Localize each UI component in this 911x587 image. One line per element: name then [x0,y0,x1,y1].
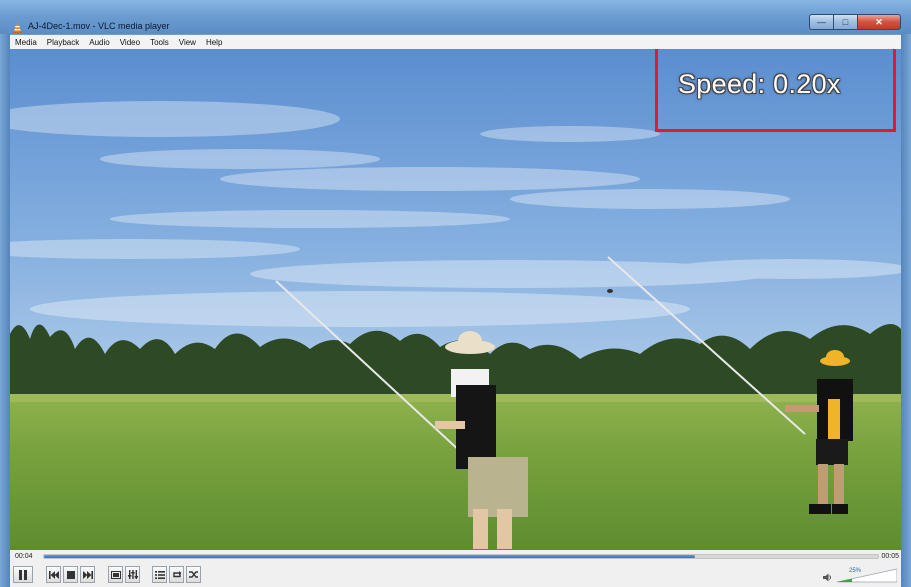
stop-button[interactable] [63,566,78,583]
speed-indicator: Speed: 0.20x [678,69,841,99]
next-button[interactable] [80,566,95,583]
minimize-button[interactable]: — [809,14,833,30]
minimize-icon: — [817,17,826,27]
volume-label: 25% [849,568,862,574]
shuffle-button[interactable] [186,566,201,583]
speaker-icon[interactable] [823,573,832,582]
maximize-button[interactable]: □ [833,14,857,30]
playback-controls: 00:04 00:05 25% [10,550,901,587]
video-area[interactable]: Speed: 0.20x [10,49,901,550]
previous-button[interactable] [46,566,61,583]
pause-button[interactable] [13,566,33,583]
playlist-icon [154,570,165,579]
window-frame-right [901,34,911,587]
next-icon [82,570,93,579]
equalizer-icon [127,570,138,579]
seek-progress [44,555,695,558]
total-time: 00:05 [881,553,899,560]
shuffle-icon [188,571,198,578]
extended-settings-button[interactable] [125,566,140,583]
vlc-window: AJ-4Dec-1.mov - VLC media player — □ ✕ M… [0,0,911,587]
menu-tools[interactable]: Tools [145,38,174,47]
window-controls: — □ ✕ [809,14,901,30]
maximize-icon: □ [842,17,849,27]
playlist-button[interactable] [152,566,167,583]
window-frame-left [0,34,10,587]
pause-icon [19,569,27,580]
menu-media[interactable]: Media [10,38,42,47]
menu-video[interactable]: Video [115,38,145,47]
window-title: AJ-4Dec-1.mov - VLC media player [28,21,170,31]
vlc-cone-icon [13,22,22,33]
title-bar[interactable]: AJ-4Dec-1.mov - VLC media player — □ ✕ [0,0,911,34]
menu-help[interactable]: Help [201,38,227,47]
elapsed-time: 00:04 [15,553,33,560]
close-button[interactable]: ✕ [857,14,901,30]
menu-playback[interactable]: Playback [42,38,84,47]
volume-slider[interactable] [837,567,897,583]
loop-icon [172,571,181,578]
seek-bar[interactable] [43,554,879,559]
menu-audio[interactable]: Audio [84,38,114,47]
fullscreen-icon [110,570,121,579]
fullscreen-button[interactable] [108,566,123,583]
previous-icon [48,570,59,579]
close-icon: ✕ [875,16,883,27]
menu-view[interactable]: View [174,38,201,47]
menu-bar: Media Playback Audio Video Tools View He… [10,35,901,49]
loop-button[interactable] [169,566,184,583]
flying-sinker [607,289,613,293]
stop-icon [66,570,75,579]
